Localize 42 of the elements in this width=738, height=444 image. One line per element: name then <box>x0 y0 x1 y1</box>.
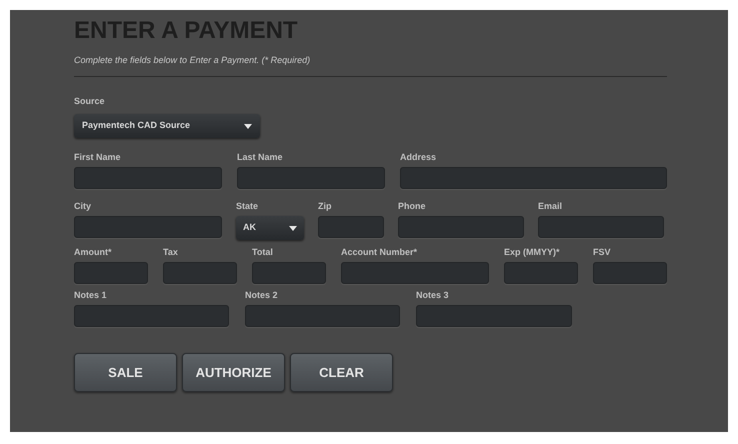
field-label: Last Name <box>237 152 283 163</box>
input-field[interactable] <box>245 305 400 327</box>
input-field[interactable] <box>400 167 667 189</box>
field-label: Tax <box>163 247 178 258</box>
source-select[interactable]: Paymentech CAD Source <box>74 114 260 138</box>
input-field[interactable] <box>74 262 148 284</box>
field-label: First Name <box>74 152 121 163</box>
input-field[interactable] <box>318 216 384 238</box>
field-label: FSV <box>593 247 611 258</box>
input-field[interactable] <box>416 305 572 327</box>
field-label: State <box>236 201 258 212</box>
field-label: Total <box>252 247 273 258</box>
instructions-text: Complete the fields below to Enter a Payment. (* Required) <box>74 54 310 67</box>
field-label: Zip <box>318 201 332 212</box>
field-label: Phone <box>398 201 426 212</box>
caret-icon <box>289 226 297 230</box>
action-button[interactable]: CLEAR <box>290 353 393 392</box>
field-label: Exp (MMYY)* <box>504 247 560 258</box>
caret-icon <box>244 124 252 128</box>
action-button[interactable]: SALE <box>74 353 177 392</box>
field-label: Source <box>74 94 105 108</box>
input-field[interactable] <box>237 167 385 189</box>
input-field[interactable] <box>74 216 222 238</box>
input-field[interactable] <box>593 262 667 284</box>
input-field[interactable] <box>504 262 578 284</box>
input-field[interactable] <box>252 262 326 284</box>
field-label: Amount* <box>74 247 112 258</box>
field-label: Email <box>538 201 562 212</box>
field-label: City <box>74 201 92 212</box>
input-field[interactable] <box>341 262 489 284</box>
field-label: Account Number* <box>341 247 418 258</box>
field-label: Notes 3 <box>416 290 449 301</box>
input-field[interactable] <box>74 305 229 327</box>
input-field[interactable] <box>74 167 222 189</box>
input-field[interactable] <box>538 216 664 238</box>
input-field[interactable] <box>163 262 237 284</box>
state-select[interactable]: AK <box>236 216 304 240</box>
field-label: Address <box>400 152 436 163</box>
field-label: Notes 2 <box>245 290 278 301</box>
action-button[interactable]: AUTHORIZE <box>182 353 285 392</box>
input-field[interactable] <box>398 216 524 238</box>
field-label: Notes 1 <box>74 290 107 301</box>
